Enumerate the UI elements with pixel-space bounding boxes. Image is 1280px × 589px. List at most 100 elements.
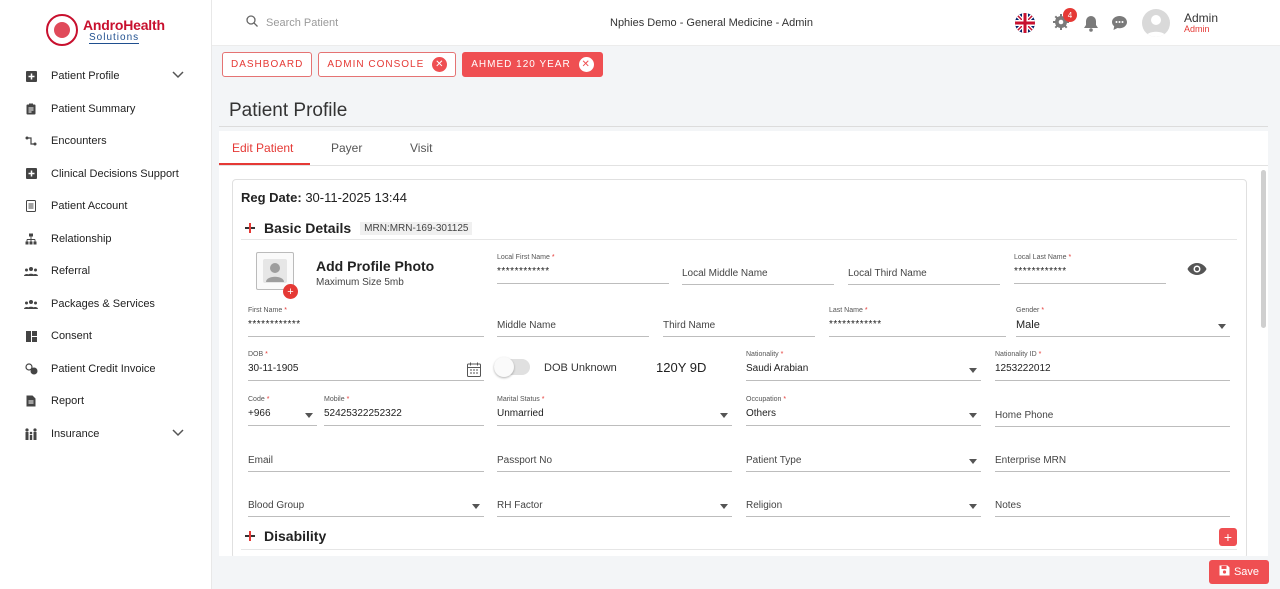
dob-unknown-toggle[interactable] bbox=[494, 357, 530, 377]
sidebar-item-label: Report bbox=[51, 395, 85, 408]
sidebar-item-relationship[interactable]: Relationship bbox=[0, 223, 212, 256]
first-name-field[interactable]: First Name * ************ bbox=[248, 307, 484, 337]
breadcrumb-label: DASHBOARD bbox=[231, 59, 304, 70]
local-middle-name-field[interactable]: Local Middle Name bbox=[682, 255, 834, 285]
field-placeholder: Religion bbox=[746, 500, 783, 511]
tab-edit-patient[interactable]: Edit Patient bbox=[232, 141, 293, 155]
eye-icon[interactable] bbox=[1187, 262, 1207, 279]
report-icon bbox=[24, 394, 38, 408]
sidebar-item-packages-services[interactable]: Packages & Services bbox=[0, 288, 212, 321]
sidebar-item-patient-account[interactable]: Patient Account bbox=[0, 190, 212, 223]
route-icon bbox=[24, 134, 38, 148]
field-placeholder: Third Name bbox=[663, 320, 716, 331]
bell-icon[interactable] bbox=[1081, 13, 1101, 33]
local-third-name-field[interactable]: Local Third Name bbox=[848, 255, 1000, 285]
field-label: Last Name bbox=[829, 307, 863, 314]
country-code-select[interactable]: Code * +966 bbox=[248, 396, 317, 426]
sidebar-item-patient-credit-invoice[interactable]: Patient Credit Invoice bbox=[0, 353, 212, 386]
nationality-select[interactable]: Nationality * Saudi Arabian bbox=[746, 351, 981, 381]
breadcrumb-admin-console[interactable]: ADMIN CONSOLE ✕ bbox=[318, 52, 457, 77]
sidebar-item-encounters[interactable]: Encounters bbox=[0, 125, 212, 158]
profile-photo-upload[interactable]: + bbox=[256, 252, 298, 299]
dropdown-arrow-icon bbox=[969, 413, 977, 418]
enterprise-mrn-field[interactable]: Enterprise MRN bbox=[995, 442, 1230, 472]
divider bbox=[241, 239, 1237, 240]
last-name-field[interactable]: Last Name * ************ bbox=[829, 307, 1006, 337]
save-button[interactable]: Save bbox=[1209, 560, 1269, 584]
gender-select[interactable]: Gender * Male bbox=[1016, 307, 1230, 337]
field-placeholder: Email bbox=[248, 455, 274, 466]
sidebar-item-label: Encounters bbox=[51, 135, 107, 148]
sidebar-item-label: Relationship bbox=[51, 232, 112, 245]
add-disability-button[interactable]: + bbox=[1219, 528, 1237, 546]
tab-payer[interactable]: Payer bbox=[331, 141, 362, 155]
breadcrumb-patient-tab[interactable]: AHMED 120 YEAR ✕ bbox=[462, 52, 603, 77]
blood-group-select[interactable]: Blood Group bbox=[248, 487, 484, 517]
divider bbox=[219, 126, 1268, 127]
middle-name-field[interactable]: Middle Name bbox=[497, 307, 649, 337]
field-label: Gender bbox=[1016, 307, 1040, 314]
marital-status-select[interactable]: Marital Status * Unmarried bbox=[497, 396, 732, 426]
sidebar-item-patient-profile[interactable]: Patient Profile bbox=[0, 60, 212, 93]
context-label: Nphies Demo - General Medicine - Admin bbox=[610, 17, 813, 29]
mobile-field[interactable]: Mobile * 52425322252322 bbox=[324, 396, 484, 426]
field-label: Occupation bbox=[746, 396, 782, 403]
dropdown-arrow-icon bbox=[1218, 324, 1226, 329]
occupation-select[interactable]: Occupation * Others bbox=[746, 396, 981, 426]
add-photo-icon[interactable]: + bbox=[283, 284, 298, 299]
search-input[interactable]: Search Patient bbox=[266, 17, 338, 29]
chat-icon[interactable] bbox=[1109, 13, 1129, 33]
breadcrumb-label: AHMED 120 YEAR bbox=[471, 59, 571, 70]
rh-factor-select[interactable]: RH Factor bbox=[497, 487, 732, 517]
sidebar-item-clinical-decisions-support[interactable]: Clinical Decisions Support bbox=[0, 158, 212, 191]
sidebar-item-referral[interactable]: Referral bbox=[0, 255, 212, 288]
field-value: Unmarried bbox=[497, 408, 544, 419]
sidebar-item-patient-summary[interactable]: Patient Summary bbox=[0, 93, 212, 126]
avatar[interactable] bbox=[1142, 9, 1170, 37]
dob-field[interactable]: DOB * 30-11-1905 bbox=[248, 351, 484, 381]
close-icon[interactable]: ✕ bbox=[432, 57, 448, 72]
patient-search[interactable]: Search Patient bbox=[246, 15, 338, 30]
save-icon bbox=[1219, 565, 1230, 579]
field-label: Code bbox=[248, 396, 265, 403]
sidebar-item-consent[interactable]: Consent bbox=[0, 320, 212, 353]
patient-type-select[interactable]: Patient Type bbox=[746, 442, 981, 472]
nationality-id-field[interactable]: Nationality ID * 1253222012 bbox=[995, 351, 1230, 381]
field-value: 30-11-1905 bbox=[248, 363, 299, 374]
sidebar-item-report[interactable]: Report bbox=[0, 385, 212, 418]
document-icon bbox=[24, 199, 38, 213]
settings-notification[interactable]: 4 bbox=[1051, 8, 1077, 33]
field-placeholder: Patient Type bbox=[746, 455, 802, 466]
notes-field[interactable]: Notes bbox=[995, 487, 1230, 517]
breadcrumb: DASHBOARD ADMIN CONSOLE ✕ AHMED 120 YEAR… bbox=[222, 52, 603, 77]
field-value: ************ bbox=[248, 319, 301, 330]
local-first-name-field[interactable]: Local First Name * ************ bbox=[497, 254, 669, 284]
brand-logo[interactable]: AndroHealth Solutions bbox=[46, 14, 166, 48]
plus-box-icon bbox=[24, 167, 38, 181]
local-last-name-field[interactable]: Local Last Name * ************ bbox=[1014, 254, 1166, 284]
sidebar: AndroHealth Solutions Patient Profile Pa… bbox=[0, 0, 212, 589]
field-label: Mobile bbox=[324, 396, 345, 403]
field-placeholder: Passport No bbox=[497, 455, 553, 466]
email-field[interactable]: Email bbox=[248, 442, 484, 472]
chevron-down-icon[interactable] bbox=[172, 428, 184, 440]
uk-flag-icon[interactable] bbox=[1015, 13, 1035, 33]
scrollbar[interactable] bbox=[1261, 170, 1266, 328]
chevron-down-icon[interactable] bbox=[172, 70, 184, 82]
tab-visit[interactable]: Visit bbox=[410, 141, 432, 155]
field-placeholder: Enterprise MRN bbox=[995, 455, 1067, 466]
grid-icon bbox=[24, 329, 38, 343]
reg-date-value: 30-11-2025 13:44 bbox=[305, 190, 407, 205]
calendar-icon[interactable] bbox=[467, 362, 481, 380]
user-name[interactable]: Admin bbox=[1184, 11, 1218, 25]
sidebar-item-insurance[interactable]: Insurance bbox=[0, 418, 212, 451]
religion-select[interactable]: Religion bbox=[746, 487, 981, 517]
third-name-field[interactable]: Third Name bbox=[663, 307, 815, 337]
passport-no-field[interactable]: Passport No bbox=[497, 442, 732, 472]
breadcrumb-dashboard[interactable]: DASHBOARD bbox=[222, 52, 313, 77]
close-icon[interactable]: ✕ bbox=[578, 57, 594, 72]
section-icon bbox=[245, 531, 255, 541]
home-phone-field[interactable]: Home Phone bbox=[995, 397, 1230, 427]
field-value: Others bbox=[746, 408, 777, 419]
dropdown-arrow-icon bbox=[969, 368, 977, 373]
